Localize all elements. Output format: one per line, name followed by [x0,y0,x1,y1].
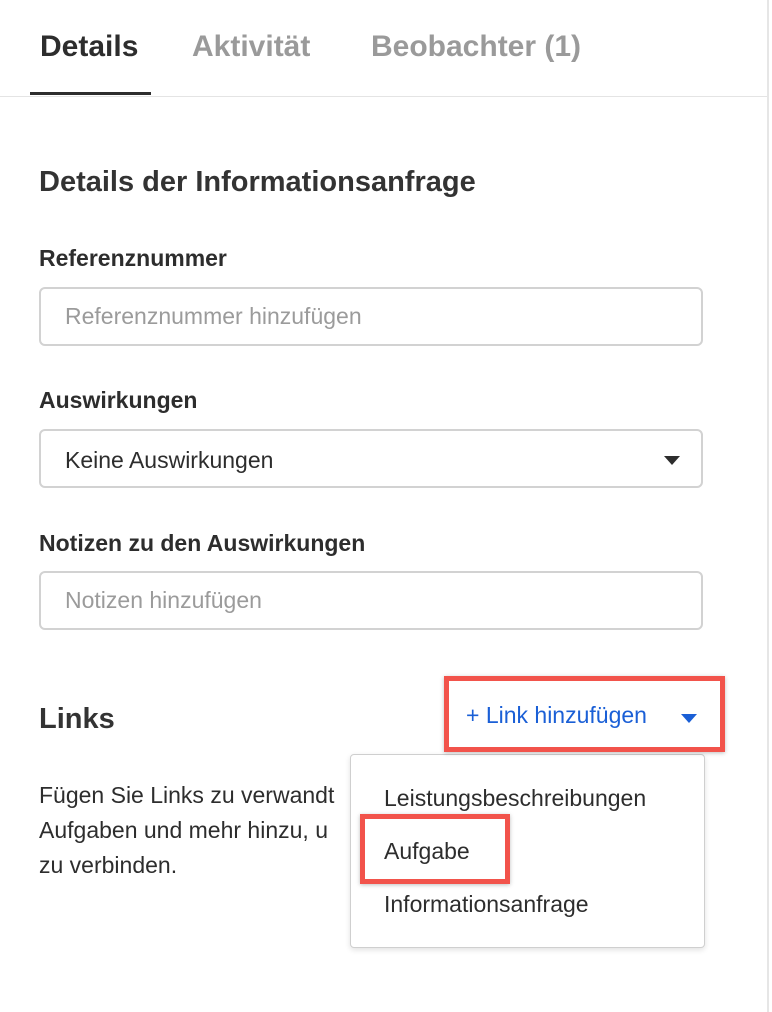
panel-right-border [767,0,769,1012]
link-type-menu: Leistungsbeschreibungen Aufgabe Informat… [350,754,705,948]
impact-label: Auswirkungen [39,387,198,413]
reference-number-input[interactable] [41,289,701,344]
active-tab-indicator [30,92,151,95]
menu-item-task[interactable]: Aufgabe [384,838,470,865]
impact-selected-value: Keine Auswirkungen [65,447,274,473]
chevron-down-icon [664,456,680,465]
impact-select[interactable]: Keine Auswirkungen [39,429,703,488]
section-title: Details der Informationsanfrage [39,166,476,198]
add-link-label: + Link hinzufügen [466,702,647,728]
reference-number-field [39,287,703,346]
tab-bar: Details Aktivität Beobachter (1) [0,0,767,97]
add-link-button[interactable]: + Link hinzufügen [466,702,697,729]
links-description-line: Aufgaben und mehr hinzu, u [39,817,328,843]
impact-notes-field [39,571,703,630]
impact-notes-label: Notizen zu den Auswirkungen [39,530,366,556]
impact-notes-input[interactable] [41,573,701,628]
links-description-line: Fügen Sie Links zu verwandt [39,782,335,808]
tab-watchers[interactable]: Beobachter (1) [371,30,581,64]
reference-number-label: Referenznummer [39,245,227,271]
menu-item-rfi[interactable]: Informationsanfrage [384,891,589,918]
links-description-line: zu verbinden. [39,852,178,878]
tab-activity[interactable]: Aktivität [192,30,310,64]
dropdown-caret-icon [681,714,697,723]
links-title: Links [39,703,115,735]
links-description: Fügen Sie Links zu verwandt Aufgaben und… [39,778,379,883]
tab-details[interactable]: Details [40,30,138,64]
menu-item-specifications[interactable]: Leistungsbeschreibungen [384,785,646,812]
